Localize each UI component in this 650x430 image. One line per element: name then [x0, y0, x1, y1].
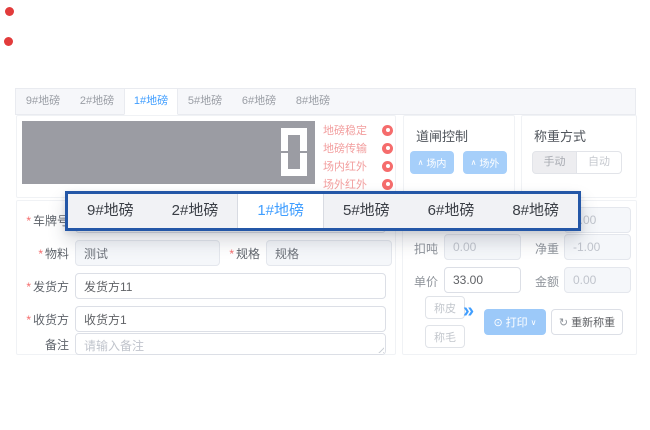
plate-label: 车牌号: [33, 214, 69, 228]
tab-scale-8[interactable]: 8#地磅: [286, 89, 340, 115]
shipper-label: 发货方: [33, 280, 69, 294]
overlay-tab-scale-6[interactable]: 6#地磅: [409, 194, 494, 228]
remark-textarea[interactable]: [75, 333, 386, 355]
print-button[interactable]: ⊙ 打印 ∨: [484, 309, 546, 335]
material-label: 物料: [45, 247, 69, 261]
weigh-mode-card: 称重方式 手动 自动: [521, 115, 637, 198]
caret-up-icon: ∧: [471, 158, 477, 167]
remark-label: 备注: [17, 336, 69, 353]
weigh-mode-title: 称重方式: [534, 126, 586, 145]
caret-down-icon: ∨: [531, 318, 537, 327]
tab-bar-filler: [340, 89, 635, 115]
overlay-tab-scale-1-active[interactable]: 1#地磅: [237, 194, 324, 228]
price-label: 单价: [403, 273, 438, 290]
spec-input[interactable]: [266, 240, 392, 266]
material-spec-row: *物料 *规格: [17, 240, 395, 266]
status-scale-transmit: 地磅传输: [323, 139, 393, 157]
weigh-gross-button[interactable]: 称毛: [425, 325, 465, 348]
red-indicator-dot: [4, 37, 13, 46]
printer-icon: ⊙: [493, 316, 502, 329]
receiver-input[interactable]: [75, 306, 386, 332]
tab-scale-2[interactable]: 2#地磅: [70, 89, 124, 115]
tab-magnifier-overlay: 9#地磅 2#地磅 1#地磅 5#地磅 6#地磅 8#地磅: [65, 191, 581, 231]
spec-label: 规格: [236, 247, 260, 261]
gate-control-card: 道闸控制 ∧ 场内 ∧ 场外: [403, 115, 515, 198]
deduct-label: 扣吨: [403, 240, 438, 257]
price-amount-row: 单价 金额: [403, 267, 636, 293]
status-scale-stable: 地磅稳定: [323, 121, 393, 139]
overlay-tab-scale-5[interactable]: 5#地磅: [324, 194, 409, 228]
price-input[interactable]: [444, 267, 521, 293]
weight-lcd-display: 0: [22, 121, 315, 184]
weight-display-card: 0 地磅稳定 地磅传输 场内红外 场外红外: [16, 115, 396, 198]
remark-row: 备注: [17, 332, 395, 356]
deduct-input[interactable]: [444, 234, 521, 260]
tab-scale-9[interactable]: 9#地磅: [16, 89, 70, 115]
net-input[interactable]: [564, 234, 631, 260]
tab-scale-5[interactable]: 5#地磅: [178, 89, 232, 115]
status-error-icon: [382, 179, 393, 190]
deduct-net-row: 扣吨 净重: [403, 234, 636, 260]
gate-inner-button[interactable]: ∧ 场内: [410, 151, 454, 174]
shipper-input[interactable]: [75, 273, 386, 299]
shipper-row: *发货方: [17, 273, 395, 299]
refresh-icon: ↻: [559, 316, 568, 329]
status-infrared-inner: 场内红外: [323, 157, 393, 175]
tab-scale-1-active[interactable]: 1#地磅: [124, 89, 178, 115]
weigh-mode-toggle: 手动 自动: [532, 151, 622, 174]
status-error-icon: [382, 125, 393, 136]
receiver-row: *收货方: [17, 306, 395, 332]
overlay-tab-scale-9[interactable]: 9#地磅: [68, 194, 153, 228]
status-error-icon: [382, 143, 393, 154]
material-input[interactable]: [75, 240, 220, 266]
overlay-tab-scale-2[interactable]: 2#地磅: [153, 194, 238, 228]
scale-tab-bar: 9#地磅 2#地磅 1#地磅 5#地磅 6#地磅 8#地磅: [15, 88, 636, 115]
red-indicator-dot: [5, 7, 14, 16]
weigh-tare-button[interactable]: 称皮: [425, 296, 465, 319]
net-label: 净重: [521, 240, 559, 257]
weighbridge-app: 9#地磅 2#地磅 1#地磅 5#地磅 6#地磅 8#地磅 0 地磅稳定 地磅传…: [0, 0, 650, 430]
weigh-mode-auto[interactable]: 自动: [577, 151, 622, 174]
gate-control-title: 道闸控制: [416, 126, 468, 145]
reweigh-button[interactable]: ↻ 重新称重: [551, 309, 623, 335]
status-indicator-list: 地磅稳定 地磅传输 场内红外 场外红外: [323, 121, 393, 193]
seven-segment-digit: 0: [281, 128, 307, 176]
weigh-mode-manual[interactable]: 手动: [532, 151, 577, 174]
overlay-tab-scale-8[interactable]: 8#地磅: [493, 194, 578, 228]
receiver-label: 收货方: [33, 313, 69, 327]
status-error-icon: [382, 161, 393, 172]
amount-label: 金额: [521, 273, 559, 290]
tab-scale-6[interactable]: 6#地磅: [232, 89, 286, 115]
gate-outer-button[interactable]: ∧ 场外: [463, 151, 507, 174]
double-chevron-right-icon: »: [463, 300, 474, 323]
amount-input[interactable]: [564, 267, 631, 293]
caret-up-icon: ∧: [418, 158, 424, 167]
